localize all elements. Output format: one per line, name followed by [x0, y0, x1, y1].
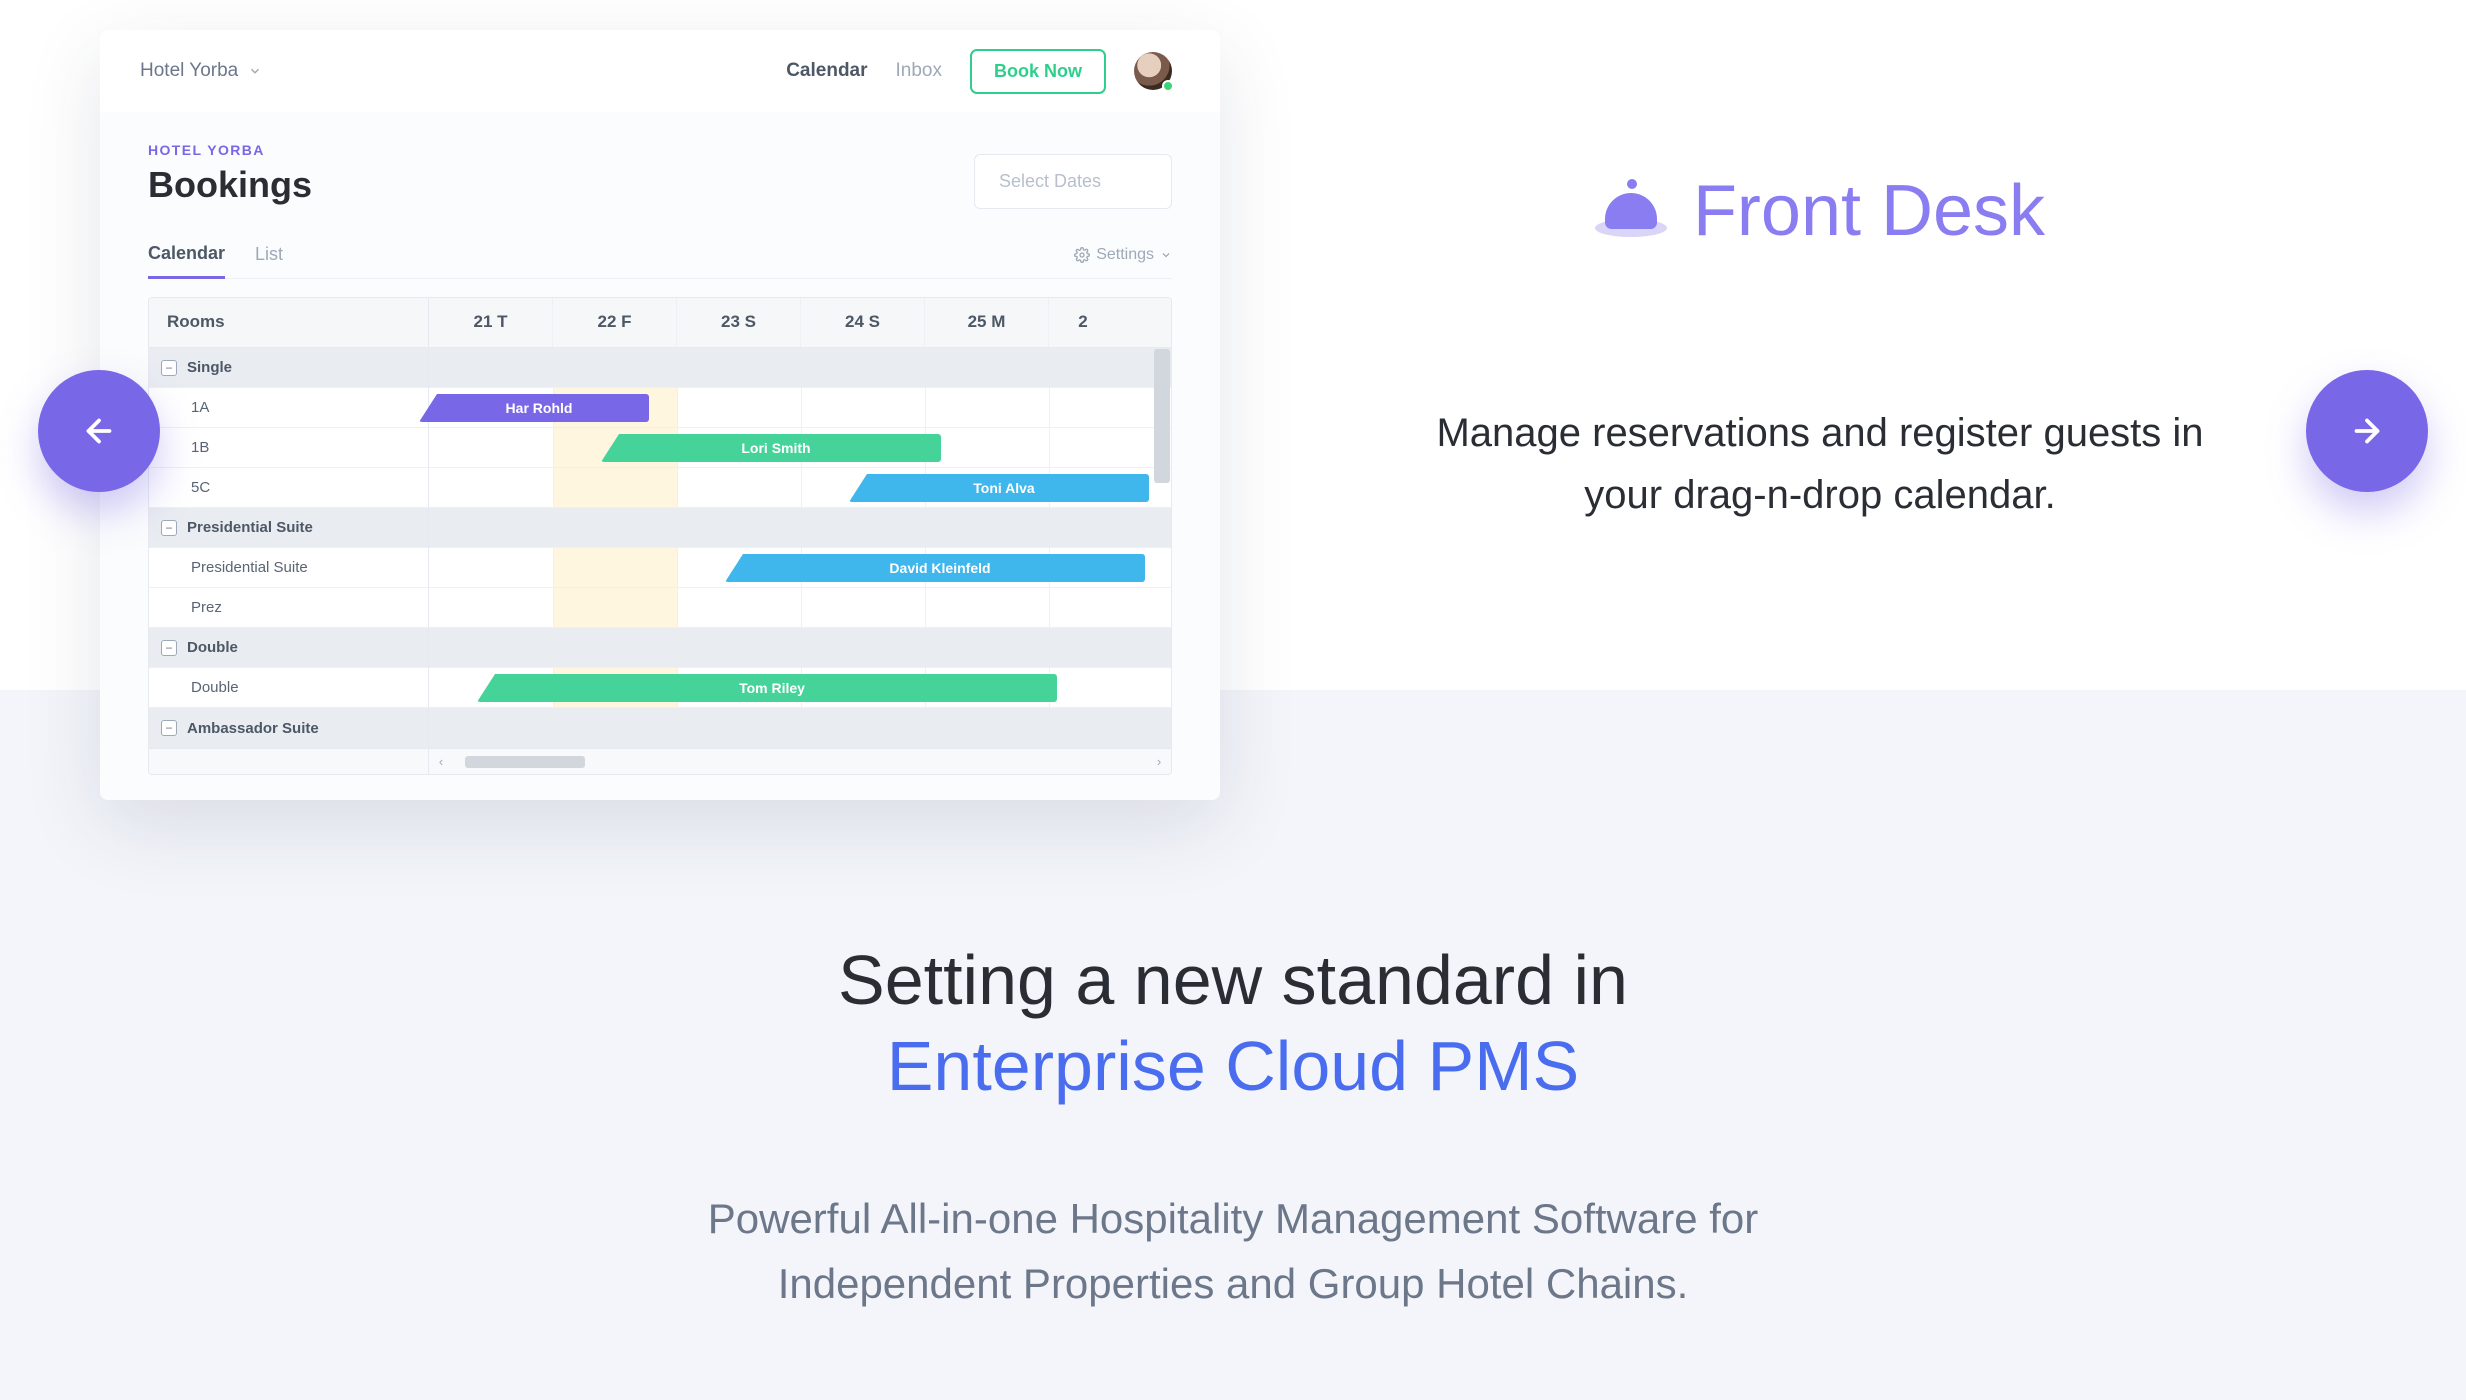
view-tabs: Calendar List Settings [148, 231, 1172, 279]
booking-bar[interactable]: Toni Alva [849, 474, 1149, 502]
track-group [429, 708, 1171, 748]
collapse-icon: − [161, 640, 177, 656]
scroll-thumb[interactable] [465, 756, 585, 768]
feature-title: Front Desk [1320, 170, 2320, 252]
group-label: Presidential Suite [187, 519, 313, 536]
feature-description: Manage reservations and register guests … [1320, 402, 2320, 526]
day-header: 2 [1049, 298, 1117, 347]
headline-line2: Enterprise Cloud PMS [0, 1026, 2466, 1106]
hotel-selector[interactable]: Hotel Yorba [140, 60, 262, 82]
nav-inbox[interactable]: Inbox [896, 60, 942, 82]
room-group[interactable]: −Single [149, 348, 428, 388]
book-now-button[interactable]: Book Now [970, 49, 1106, 94]
app-preview-card: Hotel Yorba Calendar Inbox Book Now HOTE… [100, 30, 1220, 800]
track-group [429, 508, 1171, 548]
day-header: 23 S [677, 298, 801, 347]
feature-desc-line: Manage reservations and register guests … [1320, 402, 2320, 464]
day-header: 22 F [553, 298, 677, 347]
track-group [429, 348, 1171, 388]
track[interactable]: Lori Smith [429, 428, 1171, 468]
room-row[interactable]: 1A [149, 388, 428, 428]
feature-panel: Front Desk Manage reservations and regis… [1320, 170, 2320, 526]
headline-line1: Setting a new standard in [0, 940, 2466, 1020]
page-header: HOTEL YORBA Bookings Select Dates [100, 112, 1220, 209]
scroll-right-icon[interactable]: › [1147, 754, 1171, 769]
avatar[interactable] [1134, 52, 1172, 90]
horizontal-scrollbar[interactable]: ‹ › [149, 748, 1171, 774]
gear-icon [1074, 247, 1090, 263]
group-label: Double [187, 639, 238, 656]
feature-desc-line: your drag-n-drop calendar. [1320, 464, 2320, 526]
room-row[interactable]: Prez [149, 588, 428, 628]
room-row[interactable]: 5C [149, 468, 428, 508]
front-desk-bell-icon [1595, 185, 1667, 237]
room-list: −Single 1A 1B 5C −Presidential Suite Pre… [149, 348, 429, 748]
booking-bar[interactable]: Har Rohld [419, 394, 649, 422]
collapse-icon: − [161, 520, 177, 536]
room-row[interactable]: 1B [149, 428, 428, 468]
calendar-grid: Rooms 21 T 22 F 23 S 24 S 25 M 2 −Single… [148, 297, 1172, 775]
hotel-name: Hotel Yorba [140, 60, 238, 82]
subheadline: Powerful All-in-one Hospitality Manageme… [0, 1186, 2466, 1316]
room-group[interactable]: −Double [149, 628, 428, 668]
collapse-icon: − [161, 360, 177, 376]
tab-list[interactable]: List [255, 232, 283, 277]
page-title: Bookings [148, 164, 312, 206]
tab-calendar[interactable]: Calendar [148, 231, 225, 279]
online-dot-icon [1162, 80, 1174, 92]
nav-calendar[interactable]: Calendar [786, 60, 867, 82]
collapse-icon: − [161, 720, 177, 736]
scroll-left-icon[interactable]: ‹ [429, 754, 453, 769]
rooms-header: Rooms [149, 298, 429, 347]
date-range-input[interactable]: Select Dates [974, 154, 1172, 209]
subhead-line: Powerful All-in-one Hospitality Manageme… [0, 1186, 2466, 1251]
hero-carousel: Hotel Yorba Calendar Inbox Book Now HOTE… [0, 0, 2466, 810]
feature-title-text: Front Desk [1693, 170, 2045, 252]
room-group[interactable]: −Ambassador Suite [149, 708, 428, 748]
group-label: Single [187, 359, 232, 376]
track[interactable]: Har Rohld [429, 388, 1171, 428]
breadcrumb: HOTEL YORBA [148, 142, 312, 158]
day-header: 25 M [925, 298, 1049, 347]
timeline: Har Rohld Lori Smith Toni Alva David Kle… [429, 348, 1171, 748]
room-row[interactable]: Presidential Suite [149, 548, 428, 588]
topbar-right: Calendar Inbox Book Now [786, 49, 1172, 94]
day-header: 21 T [429, 298, 553, 347]
arrow-right-icon [2349, 413, 2385, 449]
booking-bar[interactable]: Lori Smith [601, 434, 941, 462]
carousel-next-button[interactable] [2306, 370, 2428, 492]
scroll-spacer [149, 749, 429, 774]
day-header: 24 S [801, 298, 925, 347]
vertical-scrollbar[interactable] [1154, 349, 1170, 483]
settings-label: Settings [1096, 246, 1154, 264]
track[interactable]: Tom Riley [429, 668, 1171, 708]
arrow-left-icon [81, 413, 117, 449]
booking-bar[interactable]: Tom Riley [477, 674, 1057, 702]
track[interactable]: David Kleinfeld [429, 548, 1171, 588]
chevron-down-icon [248, 64, 262, 78]
settings-link[interactable]: Settings [1074, 246, 1172, 264]
track-group [429, 628, 1171, 668]
chevron-down-icon [1160, 249, 1172, 261]
room-group[interactable]: −Presidential Suite [149, 508, 428, 548]
track[interactable]: Toni Alva [429, 468, 1171, 508]
track[interactable] [429, 588, 1171, 628]
group-label: Ambassador Suite [187, 720, 319, 737]
room-row[interactable]: Double [149, 668, 428, 708]
booking-bar[interactable]: David Kleinfeld [725, 554, 1145, 582]
grid-header: Rooms 21 T 22 F 23 S 24 S 25 M 2 [149, 298, 1171, 348]
grid-body: −Single 1A 1B 5C −Presidential Suite Pre… [149, 348, 1171, 748]
carousel-prev-button[interactable] [38, 370, 160, 492]
app-topbar: Hotel Yorba Calendar Inbox Book Now [100, 30, 1220, 112]
subhead-line: Independent Properties and Group Hotel C… [0, 1251, 2466, 1316]
headline-section: Setting a new standard in Enterprise Clo… [0, 940, 2466, 1316]
